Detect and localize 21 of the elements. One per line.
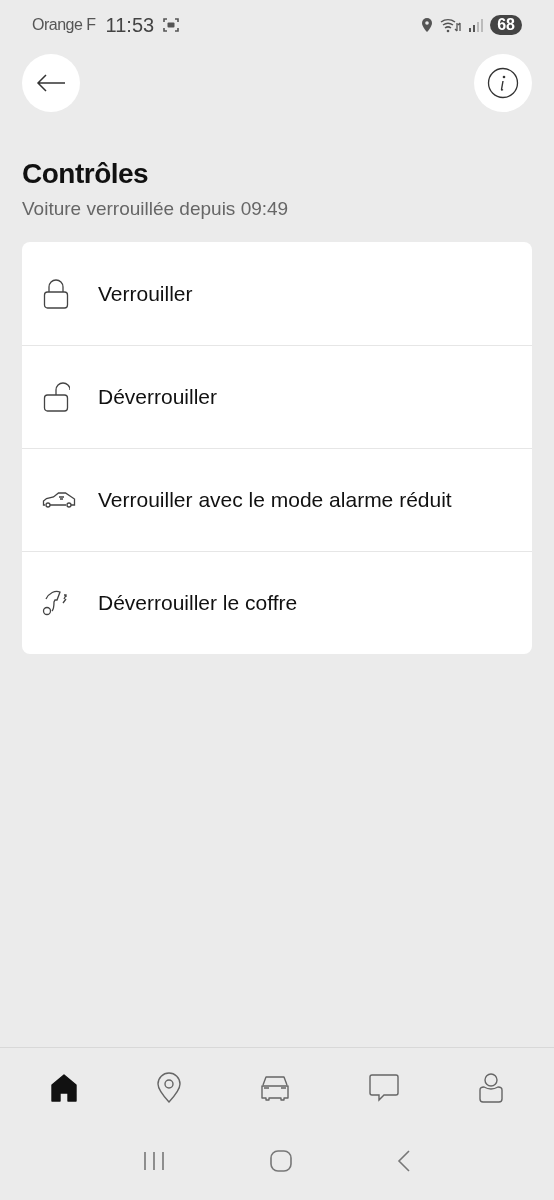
location-icon: [420, 17, 435, 33]
control-item[interactable]: Déverrouiller: [22, 345, 532, 448]
screenshot-icon: [162, 16, 181, 34]
padlock-icon: [42, 277, 70, 310]
control-item[interactable]: Déverrouiller le coffre: [22, 551, 532, 654]
lock-status-text: Voiture verrouillée depuis 09:49: [22, 198, 290, 220]
status-time: 11:53: [105, 13, 155, 37]
battery-indicator: 68: [490, 15, 522, 35]
control-item[interactable]: Verrouiller: [22, 242, 532, 345]
signal-icon: [468, 17, 485, 33]
back-arrow-icon: [36, 74, 66, 92]
info-icon: [487, 67, 519, 99]
control-item[interactable]: Verrouiller avec le mode alarme réduit: [22, 448, 532, 551]
page-title: Contrôles: [22, 158, 150, 190]
open-padlock-icon: [42, 381, 70, 413]
carrier-name: Orange F: [32, 16, 96, 34]
back-nav-icon[interactable]: [396, 1149, 413, 1173]
wifi-icon: [440, 17, 463, 33]
home-button-icon[interactable]: [269, 1149, 293, 1173]
car-icon: [42, 490, 76, 510]
recent-apps-icon[interactable]: [141, 1151, 166, 1171]
